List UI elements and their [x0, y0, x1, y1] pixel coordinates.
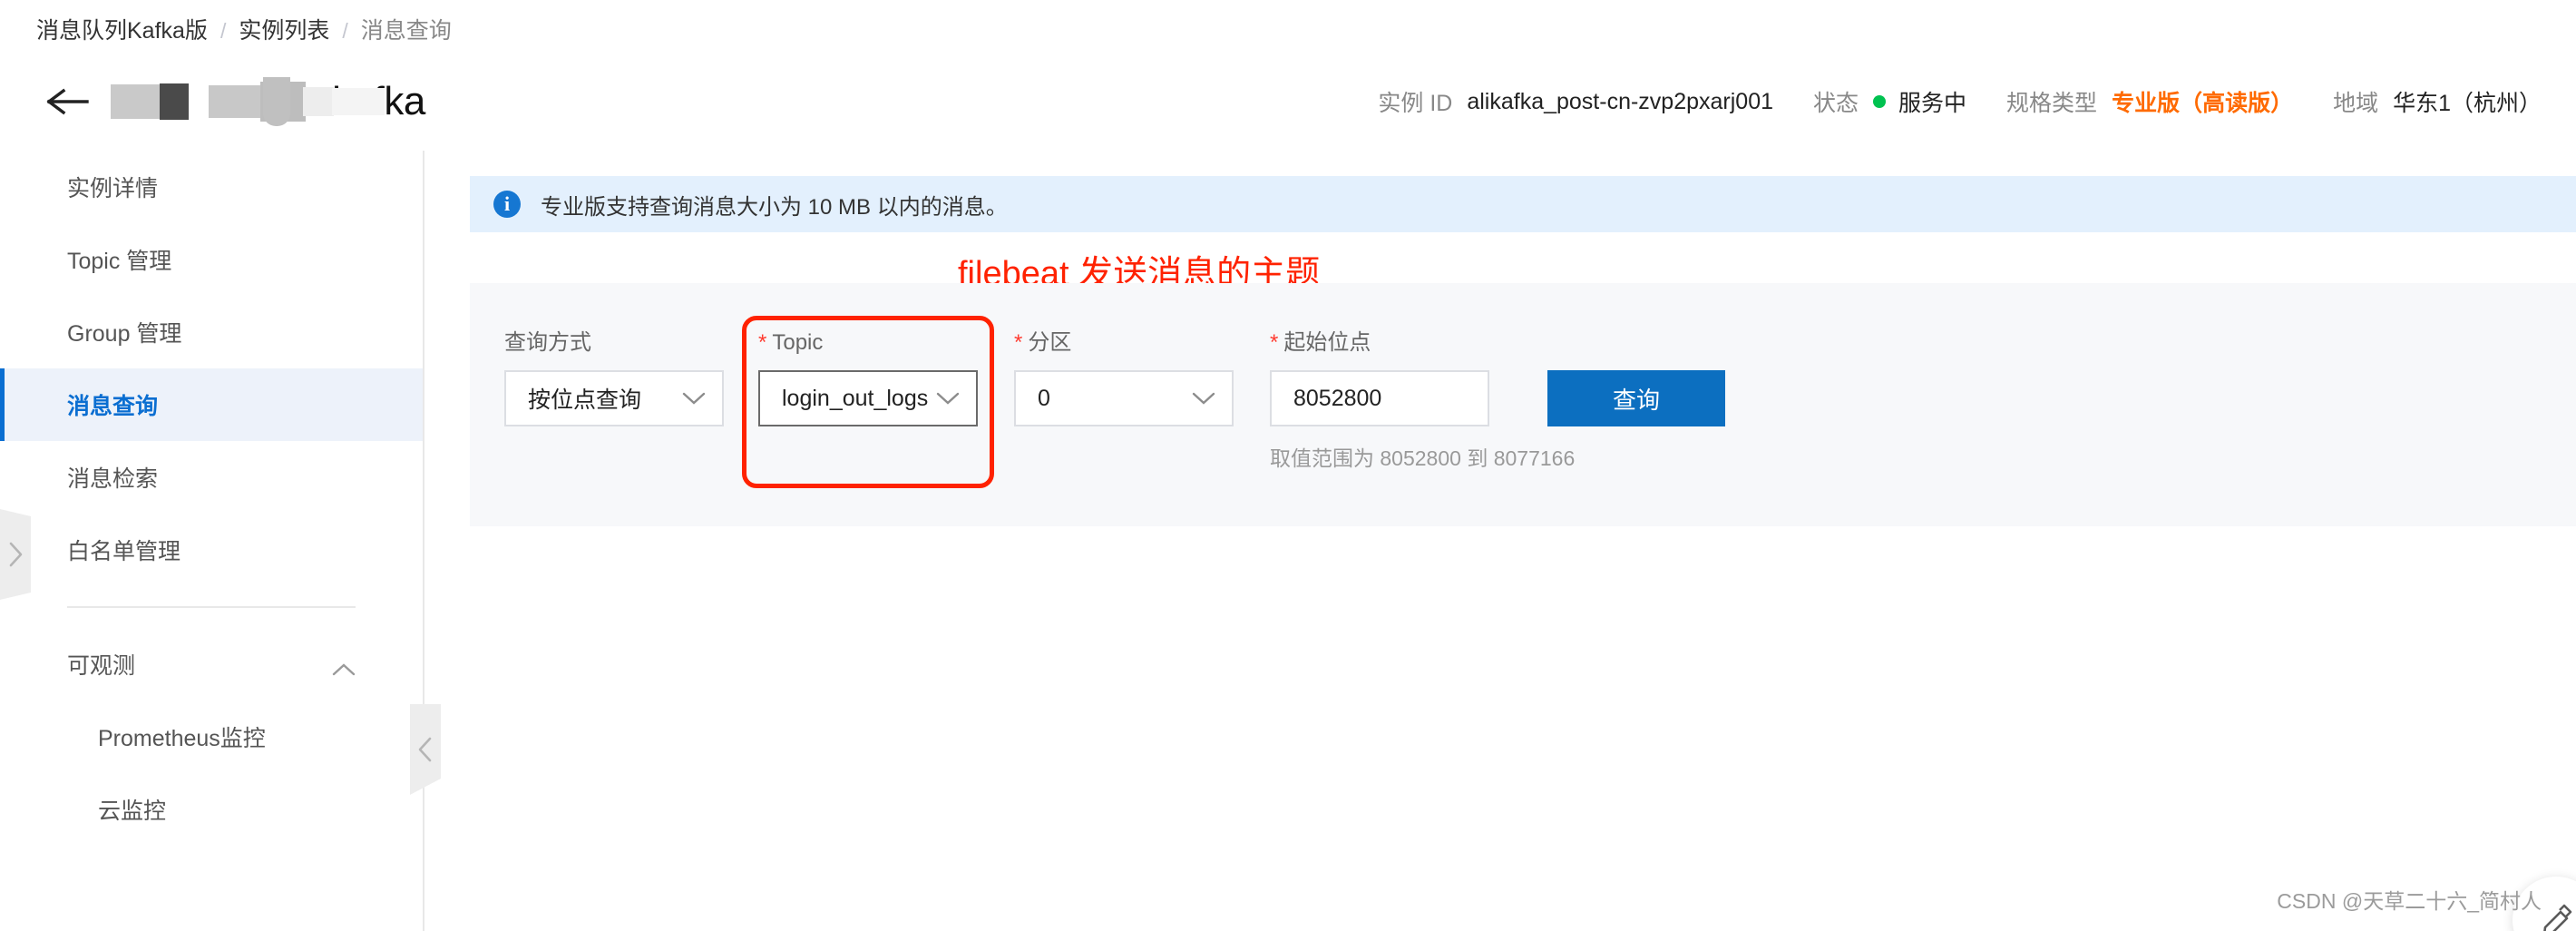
field-query-mode: 查询方式 按位点查询: [504, 330, 724, 426]
instance-id-group: 实例 ID alikafka_post-cn-zvp2pxarj001: [1378, 85, 1773, 118]
topic-value: login_out_logs: [782, 385, 929, 411]
topic-label-text: Topic: [772, 330, 824, 355]
sidebar-item-whitelist-management[interactable]: 白名单管理: [0, 514, 423, 586]
collapse-sidebar-handle[interactable]: [410, 704, 441, 795]
sidebar-subitem-label: 云监控: [98, 799, 167, 824]
region-group: 地域 华东1（杭州）: [2333, 85, 2542, 118]
status-group: 状态 服务中: [1813, 85, 1966, 118]
body-area: 实例详情 Topic 管理 Group 管理 消息查询 消息检索 白名单管理 可…: [0, 151, 2576, 931]
sidebar-subitem-label: Prometheus监控: [98, 726, 266, 751]
sidebar-item-message-search[interactable]: 消息检索: [0, 441, 423, 514]
field-start-offset: * 起始位点 8052800 取值范围为 8052800 到 8077166: [1270, 330, 1576, 472]
region-label: 地域: [2333, 91, 2379, 116]
header-meta: 实例 ID alikafka_post-cn-zvp2pxarj001 状态 服…: [1378, 85, 2542, 118]
redacted-block: [209, 85, 265, 118]
status-label: 状态: [1813, 91, 1859, 116]
sidebar-item-label: 白名单管理: [67, 539, 181, 564]
sidebar-item-topic-management[interactable]: Topic 管理: [0, 223, 423, 296]
sidebar-item-label: Topic 管理: [67, 249, 172, 274]
sidebar: 实例详情 Topic 管理 Group 管理 消息查询 消息检索 白名单管理 可…: [0, 151, 424, 931]
query-mode-value: 按位点查询: [528, 387, 642, 413]
page-header: -kafka 实例 ID alikafka_post-cn-zvp2pxarj0…: [0, 56, 2576, 147]
breadcrumb-separator: /: [342, 19, 348, 43]
sidebar-item-label: 实例详情: [67, 176, 159, 201]
chevron-up-icon: [332, 657, 356, 676]
chevron-right-icon: [9, 542, 23, 567]
required-marker: *: [1270, 330, 1279, 355]
status-badge: 服务中: [1898, 91, 1967, 116]
chevron-down-icon: [682, 391, 706, 406]
pencil-icon: [2543, 904, 2572, 931]
spec-label: 规格类型: [2006, 91, 2098, 116]
field-partition: * 分区 0: [1014, 330, 1234, 426]
breadcrumb: 消息队列Kafka版 / 实例列表 / 消息查询: [36, 20, 452, 43]
sidebar-item-instance-detail[interactable]: 实例详情: [0, 151, 423, 223]
sidebar-item-cloud-monitor[interactable]: 云监控: [0, 773, 423, 846]
partition-label: * 分区: [1014, 330, 1234, 356]
start-offset-value: 8052800: [1293, 385, 1382, 411]
chevron-down-icon: [1192, 391, 1215, 406]
sidebar-divider: [67, 606, 356, 608]
topic-select[interactable]: login_out_logs: [758, 370, 978, 426]
required-marker: *: [758, 330, 767, 355]
redacted-block: [111, 84, 165, 119]
instance-id-label: 实例 ID: [1378, 91, 1453, 116]
sidebar-item-group-management[interactable]: Group 管理: [0, 296, 423, 368]
region-value: 华东1（杭州）: [2393, 91, 2542, 116]
query-form-panel: 查询方式 按位点查询 * Topic login_out_logs * 分区 0…: [470, 283, 2576, 526]
start-offset-help-text: 取值范围为 8052800 到 8077166: [1270, 446, 1576, 470]
breadcrumb-item-1[interactable]: 实例列表: [239, 20, 329, 43]
sidebar-group-observability[interactable]: 可观测: [0, 628, 423, 701]
sidebar-item-prometheus-monitor[interactable]: Prometheus监控: [0, 701, 423, 773]
redacted-block: [263, 77, 290, 126]
partition-value: 0: [1038, 385, 1050, 411]
spec-value: 专业版（高读版）: [2112, 91, 2294, 116]
spec-group: 规格类型 专业版（高读版）: [2006, 85, 2293, 118]
required-marker: *: [1014, 330, 1023, 355]
main-content: i 专业版支持查询消息大小为 10 MB 以内的消息。 filebeat 发送消…: [470, 151, 2576, 931]
sidebar-item-label: 消息查询: [67, 394, 159, 419]
breadcrumb-item-2: 消息查询: [360, 18, 452, 44]
breadcrumb-item-0[interactable]: 消息队列Kafka版: [36, 20, 208, 43]
sidebar-item-label: 消息检索: [67, 466, 159, 492]
redacted-block: [160, 83, 189, 120]
start-offset-label-text: 起始位点: [1283, 330, 1371, 355]
breadcrumb-separator: /: [220, 19, 227, 43]
start-offset-label: * 起始位点: [1270, 330, 1489, 356]
page-root: 消息队列Kafka版 / 实例列表 / 消息查询 -kafka 实例 ID al…: [0, 0, 2576, 931]
partition-select[interactable]: 0: [1014, 370, 1234, 426]
field-topic: * Topic login_out_logs: [758, 330, 978, 426]
instance-id-value: alikafka_post-cn-zvp2pxarj001: [1467, 88, 1774, 114]
redacted-block: [332, 88, 385, 115]
info-banner: i 专业版支持查询消息大小为 10 MB 以内的消息。: [470, 176, 2576, 232]
query-button[interactable]: 查询: [1547, 370, 1725, 426]
expand-nav-handle[interactable]: [0, 509, 31, 600]
info-banner-text: 专业版支持查询消息大小为 10 MB 以内的消息。: [541, 194, 1008, 220]
page-title: -kafka: [111, 74, 425, 129]
sidebar-group-label: 可观测: [67, 653, 136, 679]
query-mode-label: 查询方式: [504, 330, 724, 356]
sidebar-item-label: Group 管理: [67, 321, 182, 347]
status-dot-icon: [1873, 95, 1887, 108]
chevron-left-icon: [418, 737, 432, 762]
start-offset-input[interactable]: 8052800: [1270, 370, 1489, 426]
redacted-block: [303, 87, 334, 116]
query-mode-label-text: 查询方式: [504, 330, 591, 355]
sidebar-item-message-query[interactable]: 消息查询: [0, 368, 423, 441]
partition-label-text: 分区: [1028, 330, 1072, 355]
watermark: CSDN @天草二十六_简村人: [2277, 889, 2542, 913]
chevron-down-icon: [936, 391, 960, 406]
topic-label: * Topic: [758, 330, 978, 356]
query-mode-select[interactable]: 按位点查询: [504, 370, 724, 426]
info-circle-icon: i: [493, 191, 521, 218]
back-arrow-icon[interactable]: [45, 83, 89, 120]
